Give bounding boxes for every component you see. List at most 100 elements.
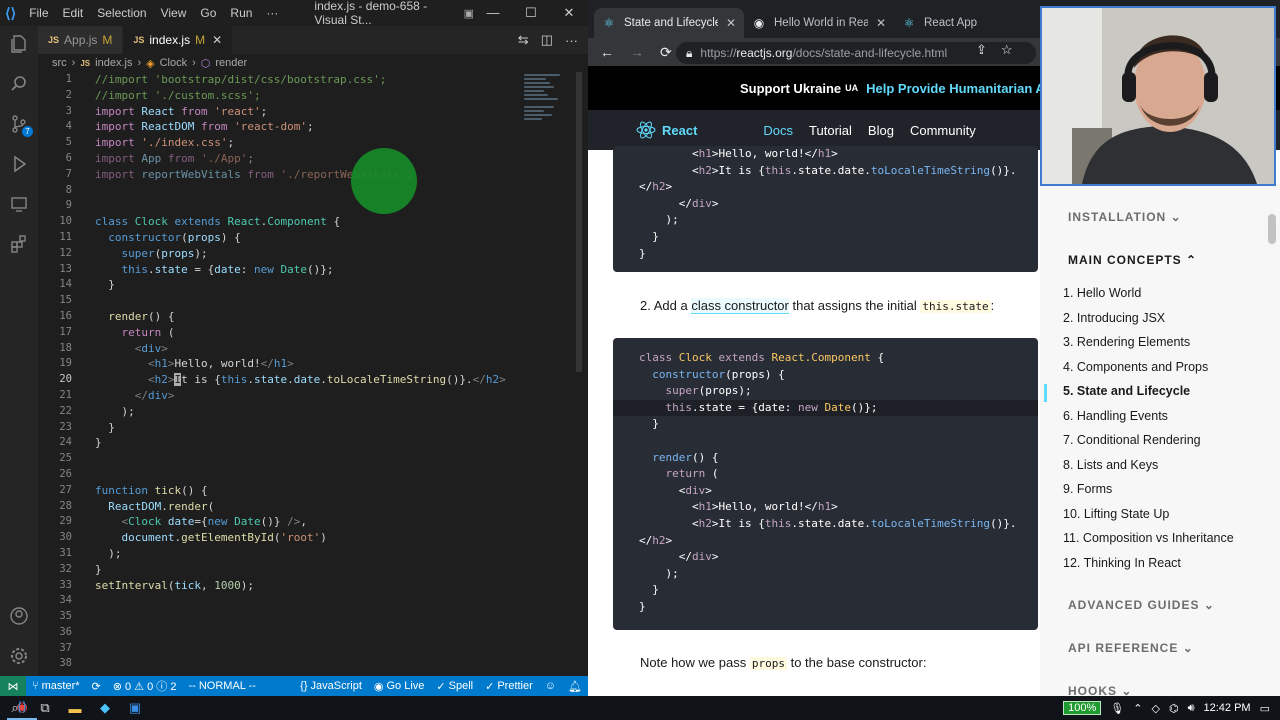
sidebar-item-forms[interactable]: 9. Forms (1063, 482, 1112, 496)
code-line: //import './custom.scss'; (95, 88, 261, 102)
split-editor-icon[interactable]: ◫ (541, 32, 553, 48)
forward-arrow-icon[interactable]: → (630, 44, 644, 60)
branch-indicator[interactable]: ⑂ master* (26, 680, 86, 692)
menu-go[interactable]: Go (200, 6, 216, 20)
explorer-icon[interactable] (7, 32, 31, 56)
feedback-icon[interactable]: ☺ (539, 680, 562, 693)
sidebar-item-conditional-rendering[interactable]: 7. Conditional Rendering (1063, 433, 1201, 447)
reload-icon[interactable]: ⟳ (660, 44, 672, 61)
banner-flag: UA (845, 83, 859, 93)
notification-icon[interactable]: ▭ (1260, 702, 1270, 715)
nav-docs[interactable]: Docs (763, 123, 793, 138)
problems-indicator[interactable]: ⊗ 0 ⚠ 0 ⓘ 2 (107, 678, 183, 694)
sidebar-item-lists-keys[interactable]: 8. Lists and Keys (1063, 458, 1158, 472)
minimap[interactable] (524, 72, 574, 152)
layout-icon[interactable]: ▣ (464, 7, 474, 20)
file-explorer-icon[interactable]: ▬ (60, 696, 90, 720)
menu-edit[interactable]: Edit (63, 6, 84, 20)
account-icon[interactable] (7, 604, 31, 628)
sidebar-item-lifting-state[interactable]: 10. Lifting State Up (1063, 507, 1169, 521)
dropbox-icon[interactable]: ◇ (1151, 702, 1159, 715)
menu-run[interactable]: Run (230, 6, 252, 20)
line-number: 25 (59, 452, 72, 465)
sidebar-scrollbar[interactable] (1268, 214, 1276, 244)
notifications-bell-icon[interactable]: 🔔︎ (562, 680, 588, 693)
banner-link[interactable]: Help Provide Humanitarian Ai (866, 81, 1048, 96)
tab-index-js[interactable]: JS index.js M ✕ (123, 26, 234, 54)
sidebar-item-composition[interactable]: 11. Composition vs Inheritance (1063, 531, 1234, 545)
close-tab-icon[interactable]: ✕ (726, 16, 736, 30)
time-label[interactable]: 12:42 PM (1204, 702, 1251, 714)
vscode-taskbar-icon[interactable]: ⟨⟩ (7, 696, 37, 720)
braces-icon: {} (300, 680, 308, 692)
browser-tab-state-lifecycle[interactable]: ⚛ State and Lifecycle – R... ✕ (594, 8, 744, 38)
breadcrumb-class[interactable]: Clock (160, 57, 188, 69)
vscode-logo-icon: ⟨⟩ (5, 4, 17, 21)
source-control-icon[interactable]: 7 (7, 112, 33, 137)
breadcrumb-method[interactable]: render (215, 57, 247, 69)
editor-scrollbar[interactable] (576, 72, 582, 372)
sidebar-item-state-lifecycle[interactable]: 5. State and Lifecycle (1063, 384, 1190, 398)
terminal-icon[interactable]: ▣ (120, 696, 150, 720)
extensions-icon[interactable] (7, 232, 31, 256)
close-icon[interactable]: ✕ (550, 5, 588, 21)
sidebar-item-introducing-jsx[interactable]: 2. Introducing JSX (1063, 311, 1165, 325)
prettier-button[interactable]: ✓ Prettier (479, 680, 539, 693)
menu-more[interactable]: ··· (266, 6, 278, 20)
zoom-level[interactable]: 100% (1063, 701, 1102, 715)
section-api-reference[interactable]: API REFERENCE ⌄ (1068, 641, 1194, 655)
volume-icon[interactable]: 🔊︎ (1188, 702, 1195, 715)
remote-explorer-icon[interactable] (7, 192, 31, 216)
language-mode[interactable]: {} JavaScript (294, 680, 368, 693)
maximize-icon[interactable]: ☐ (512, 5, 550, 21)
code-area[interactable]: //import 'bootstrap/dist/css/bootstrap.c… (95, 72, 565, 593)
chevron-up-icon[interactable]: ⌃ (1133, 702, 1142, 715)
remote-icon[interactable]: ⋈ (0, 676, 26, 696)
minimize-icon[interactable]: — (474, 5, 512, 21)
sidebar-item-components-props[interactable]: 4. Components and Props (1063, 360, 1208, 374)
close-tab-icon[interactable]: ✕ (876, 16, 886, 30)
nav-blog[interactable]: Blog (868, 123, 894, 138)
code-editor[interactable]: 1 2 3 4 5 6 7 8 9 10 11 12 13 14 15 16 17 18 19 20 21 22 23 24 2… (38, 72, 588, 676)
more-actions-icon[interactable]: ··· (565, 33, 578, 48)
sidebar-item-hello-world[interactable]: 1. Hello World (1063, 286, 1141, 300)
react-logo[interactable]: React (636, 120, 697, 140)
sync-icon[interactable]: ⟳ (86, 680, 107, 693)
go-live-button[interactable]: ◉ Go Live (368, 680, 431, 693)
close-tab-icon[interactable]: ✕ (212, 33, 222, 47)
line-number: 38 (59, 657, 72, 670)
share-icon[interactable]: ⇪ (976, 42, 987, 58)
section-main-concepts[interactable]: MAIN CONCEPTS ⌃ (1068, 253, 1197, 267)
network-icon[interactable]: ⌬ (1169, 702, 1179, 715)
search-icon[interactable] (7, 72, 31, 96)
sidebar-item-thinking-react[interactable]: 12. Thinking In React (1063, 556, 1181, 570)
section-installation[interactable]: INSTALLATION ⌄ (1068, 210, 1182, 224)
section-hooks[interactable]: HOOKS ⌄ (1068, 684, 1132, 696)
run-debug-icon[interactable] (7, 152, 31, 176)
globe-favicon-icon: ◉ (753, 16, 765, 30)
sidebar-item-handling-events[interactable]: 6. Handling Events (1063, 409, 1168, 423)
browser-tab-hello-world[interactable]: ◉ Hello World in React ✕ (744, 8, 894, 38)
breadcrumb-folder[interactable]: src (52, 57, 67, 69)
app-icon[interactable]: ◆ (90, 696, 120, 720)
line-number: 36 (59, 625, 72, 638)
back-arrow-icon[interactable]: ← (600, 44, 614, 60)
class-constructor-link[interactable]: class constructor (691, 298, 789, 314)
section-advanced-guides[interactable]: ADVANCED GUIDES ⌄ (1068, 598, 1215, 612)
bookmark-star-icon[interactable]: ☆ (1001, 42, 1013, 58)
tab-app-js[interactable]: JS App.js M (38, 26, 124, 54)
sidebar-item-rendering-elements[interactable]: 3. Rendering Elements (1063, 335, 1190, 349)
line-number: 9 (65, 199, 72, 212)
settings-gear-icon[interactable] (7, 644, 31, 668)
open-changes-icon[interactable]: ⇆ (518, 32, 529, 48)
browser-tab-react-app[interactable]: ⚛ React App (894, 8, 1044, 38)
code-line: } (639, 599, 646, 613)
spell-button[interactable]: ✓ Spell (430, 680, 479, 693)
menu-selection[interactable]: Selection (97, 6, 146, 20)
nav-tutorial[interactable]: Tutorial (809, 123, 852, 138)
microphone-icon[interactable]: 🎙︎ (1110, 702, 1124, 715)
nav-community[interactable]: Community (910, 123, 976, 138)
breadcrumb-file[interactable]: index.js (95, 57, 132, 69)
menu-view[interactable]: View (161, 6, 187, 20)
menu-file[interactable]: File (29, 6, 48, 20)
